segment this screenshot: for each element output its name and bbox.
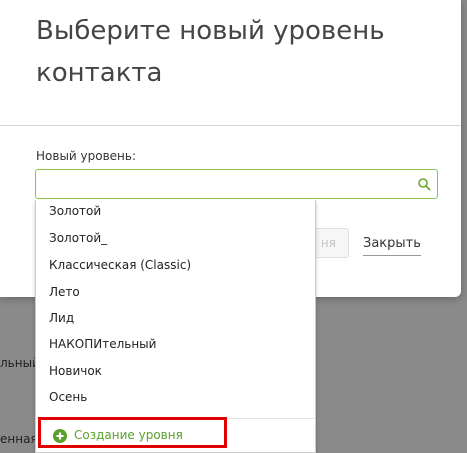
level-dropdown: Золотой Золотой_ Классическая (Classic) … — [35, 200, 316, 453]
dropdown-option[interactable]: Новичок — [49, 364, 102, 378]
dropdown-option[interactable]: Классическая (Classic) — [49, 258, 191, 272]
modal-title: Выберите новый уровень контакта — [36, 16, 385, 88]
create-level-label: Создание уровня — [74, 428, 183, 442]
dropdown-option[interactable]: Лид — [49, 311, 74, 325]
level-search-input[interactable] — [36, 170, 406, 198]
new-level-label: Новый уровень: — [36, 149, 137, 163]
divider — [0, 125, 461, 126]
background-text-fragment: льный — [0, 356, 40, 370]
dropdown-option[interactable]: НАКОПИтельный — [49, 337, 156, 351]
background-text-fragment: енная — [0, 432, 38, 446]
dropdown-option[interactable]: Золотой — [49, 204, 101, 218]
plus-circle-icon — [53, 429, 67, 443]
level-search-field[interactable] — [35, 169, 438, 199]
dropdown-option[interactable]: Лето — [49, 285, 80, 299]
search-icon[interactable] — [417, 177, 431, 191]
dropdown-option[interactable]: Осень — [49, 390, 87, 404]
create-level-button[interactable]: Создание уровня — [38, 417, 227, 448]
close-button[interactable]: Закрыть — [363, 236, 421, 256]
dropdown-option[interactable]: Золотой_ — [49, 231, 107, 245]
